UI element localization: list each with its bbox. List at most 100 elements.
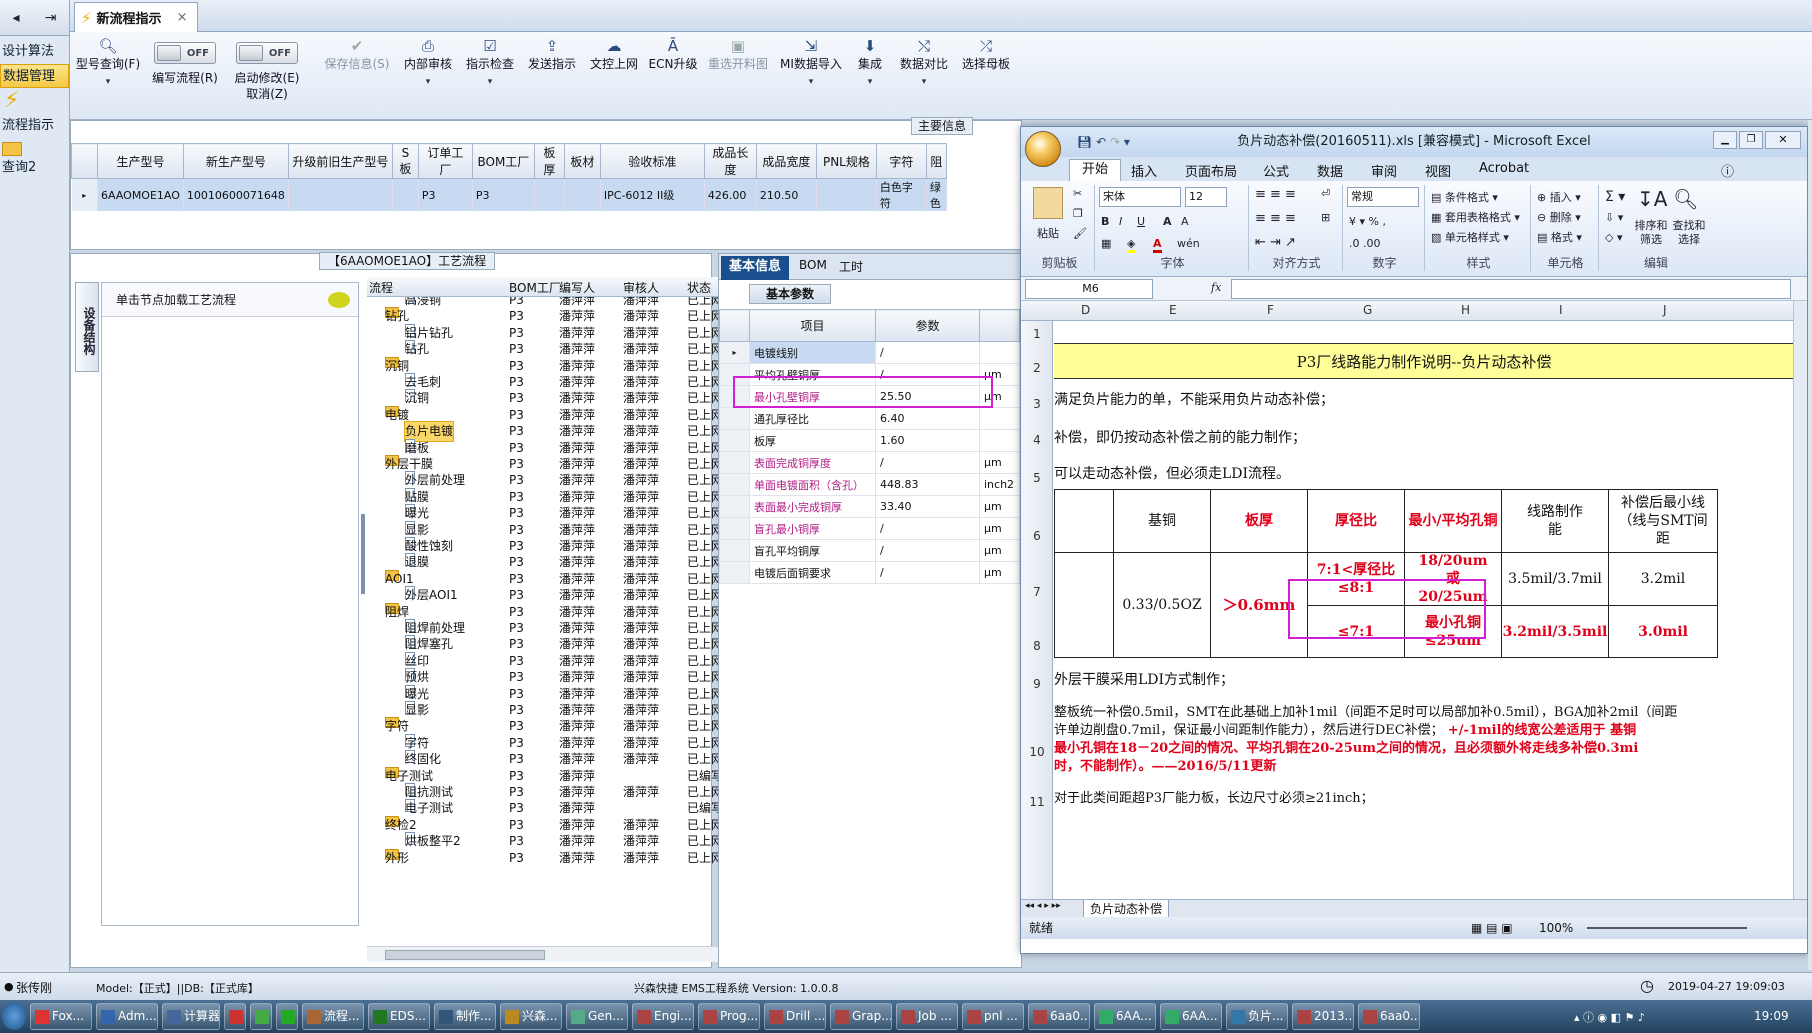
taskbar-app[interactable] bbox=[250, 1003, 272, 1030]
tab-page-layout[interactable]: 页面布局 bbox=[1185, 161, 1237, 180]
taskbar-app[interactable]: 兴森... bbox=[500, 1003, 562, 1030]
tab-view[interactable]: 视图 bbox=[1425, 161, 1451, 180]
taskbar-app[interactable]: 6aa0... bbox=[1358, 1003, 1420, 1030]
tab-home[interactable]: 开始 bbox=[1069, 159, 1121, 181]
param-value[interactable]: / bbox=[875, 517, 980, 540]
row-header[interactable]: 11 bbox=[1021, 795, 1053, 809]
table-row[interactable]: ▸ 6AAOMOE1AO 10010600071648 P3 P3 IPC-6012 II… bbox=[71, 178, 947, 211]
col-header[interactable]: 板材 bbox=[563, 143, 601, 179]
font-color-icon[interactable]: A bbox=[1153, 237, 1162, 253]
toggle-switch[interactable]: OFF bbox=[236, 42, 298, 64]
paste-icon[interactable] bbox=[1033, 187, 1063, 219]
col-header[interactable]: 验收标准 bbox=[599, 143, 705, 179]
grow-font-icon[interactable]: A bbox=[1163, 215, 1172, 228]
indent-icon[interactable]: ⇤ ⇥ ↗ bbox=[1255, 235, 1296, 250]
sheet-tab-active[interactable]: 负片动态补偿 bbox=[1083, 900, 1170, 918]
col-header[interactable]: 成品长度 bbox=[703, 143, 757, 179]
row-header[interactable]: 7 bbox=[1021, 585, 1053, 599]
copy-icon[interactable]: ❐ bbox=[1073, 207, 1083, 220]
taskbar-app[interactable]: Grap... bbox=[830, 1003, 892, 1030]
forward-arrow-icon[interactable]: ⇥ bbox=[45, 10, 57, 26]
row-header[interactable]: 2 bbox=[1021, 361, 1053, 375]
param-value[interactable]: / bbox=[875, 341, 980, 364]
align-top-icon[interactable]: ≡ ≡ ≡ bbox=[1255, 187, 1296, 202]
col-header[interactable]: 订单工厂 bbox=[417, 143, 473, 179]
column-header[interactable]: E bbox=[1169, 303, 1177, 317]
formula-input[interactable] bbox=[1231, 279, 1791, 299]
col-header[interactable]: 生产型号 bbox=[97, 143, 184, 179]
row-header[interactable]: 5 bbox=[1021, 471, 1053, 485]
table-row[interactable]: 板厚 1.60 bbox=[719, 429, 1020, 452]
taskbar-app[interactable]: Engi... bbox=[632, 1003, 694, 1030]
table-row[interactable]: 通孔厚径比 6.40 bbox=[719, 407, 1020, 430]
column-header[interactable]: I bbox=[1559, 303, 1563, 317]
table-format-button[interactable]: ▦ 套用表格格式 ▾ bbox=[1431, 209, 1520, 225]
table-row[interactable]: 盲孔平均铜厚 / μm bbox=[719, 539, 1020, 562]
taskbar-app[interactable] bbox=[276, 1003, 298, 1030]
save-button[interactable]: ✔ 保存信息(S) bbox=[320, 36, 394, 72]
row-header[interactable]: 4 bbox=[1021, 433, 1053, 447]
border-icon[interactable]: ▦ bbox=[1101, 237, 1111, 250]
decimal-icon[interactable]: .0 .00 bbox=[1349, 237, 1381, 250]
taskbar-app[interactable]: 负片... bbox=[1226, 1003, 1288, 1030]
col-header[interactable]: BOM工厂 bbox=[471, 143, 535, 179]
taskbar-app[interactable]: pnl ... bbox=[962, 1003, 1024, 1030]
model-query-button[interactable]: 🔍︎ 型号查询(F) ▾ bbox=[74, 36, 142, 90]
taskbar-app[interactable]: 制作... bbox=[434, 1003, 496, 1030]
send-button[interactable]: ⇪ 发送指示 bbox=[526, 36, 578, 72]
scroll-thumb[interactable] bbox=[385, 950, 545, 960]
minimize-icon[interactable]: ▁ bbox=[1713, 131, 1737, 149]
table-row[interactable]: 单面电镀面积（含孔） 448.83 inch2 bbox=[719, 473, 1020, 496]
edit-flow-toggle[interactable]: OFF 编写流程(R) bbox=[148, 36, 222, 86]
taskbar-app[interactable]: 6AA... bbox=[1160, 1003, 1222, 1030]
save-icon[interactable]: 💾︎ bbox=[1077, 135, 1092, 149]
delete-cells-button[interactable]: ⊖ 删除 ▾ bbox=[1537, 209, 1581, 225]
tab-basic-info[interactable]: 基本信息 bbox=[721, 256, 789, 280]
col-header[interactable]: PNL规格 bbox=[815, 143, 877, 179]
chevron-down-icon[interactable]: ▾ bbox=[1124, 135, 1130, 149]
column-header[interactable]: G bbox=[1363, 303, 1372, 317]
compare-button[interactable]: ⤭ 数据对比 ▾ bbox=[898, 36, 950, 90]
taskbar-app[interactable]: EDS... bbox=[368, 1003, 430, 1030]
nav-item-flow-indicate[interactable]: 流程指示 bbox=[0, 114, 69, 138]
clear-icon[interactable]: ◇ ▾ bbox=[1605, 231, 1622, 244]
mi-import-button[interactable]: ⇲ MI数据导入 ▾ bbox=[778, 36, 844, 90]
italic-icon[interactable]: I bbox=[1119, 215, 1122, 228]
nav-item-query2[interactable]: 查询2 bbox=[0, 156, 69, 180]
fill-color-icon[interactable]: ◈ bbox=[1127, 237, 1136, 253]
column-header[interactable]: D bbox=[1081, 303, 1090, 317]
taskbar-app[interactable]: Gen... bbox=[566, 1003, 628, 1030]
phonetic-icon[interactable]: wén bbox=[1177, 237, 1200, 250]
find-icon[interactable]: 🔍︎ bbox=[1673, 187, 1698, 211]
sort-filter-button[interactable]: 排序和筛选 bbox=[1633, 219, 1669, 247]
paste-button[interactable]: 粘贴 bbox=[1037, 225, 1059, 241]
zoom-slider[interactable] bbox=[1587, 927, 1747, 929]
font-select[interactable]: 宋体 bbox=[1099, 187, 1181, 207]
vtab-structure[interactable]: 设备结构 bbox=[75, 282, 99, 372]
cut-icon[interactable]: ✂ bbox=[1073, 187, 1082, 200]
taskbar-app[interactable]: 2013... bbox=[1292, 1003, 1354, 1030]
tree-hscrollbar[interactable] bbox=[367, 946, 763, 962]
back-arrow-icon[interactable]: ◂ bbox=[13, 10, 20, 26]
nav-item-data-manage[interactable]: 数据管理 bbox=[0, 64, 69, 88]
start-modify-toggle[interactable]: OFF 启动修改(E) 取消(Z) bbox=[228, 36, 306, 102]
online-button[interactable]: ☁ 文控上网 bbox=[588, 36, 640, 72]
param-value[interactable]: / bbox=[875, 451, 980, 474]
name-box[interactable]: M6 bbox=[1025, 279, 1153, 299]
taskbar-app[interactable] bbox=[224, 1003, 246, 1030]
tab-hours[interactable]: 工时 bbox=[839, 258, 863, 275]
tab-formulas[interactable]: 公式 bbox=[1263, 161, 1289, 180]
sort-filter-icon[interactable]: ↧A bbox=[1637, 187, 1667, 211]
ecn-button[interactable]: Ā ECN升级 bbox=[648, 36, 698, 72]
format-cells-button[interactable]: ▤ 格式 ▾ bbox=[1537, 229, 1582, 245]
view-buttons[interactable]: ▦ ▤ ▣ bbox=[1471, 917, 1513, 939]
col-header[interactable]: 板厚 bbox=[533, 143, 565, 179]
column-header[interactable]: F bbox=[1267, 303, 1274, 317]
undo-icon[interactable]: ↶ bbox=[1096, 135, 1106, 149]
underline-icon[interactable]: U bbox=[1137, 215, 1145, 228]
merge-icon[interactable]: ⊞ bbox=[1321, 211, 1330, 224]
internal-review-button[interactable]: ⎙ 内部审核 ▾ bbox=[402, 36, 454, 90]
taskbar-app[interactable]: 流程... bbox=[302, 1003, 364, 1030]
excel-vscrollbar[interactable] bbox=[1793, 301, 1807, 899]
help-icon[interactable]: ⓘ bbox=[1721, 161, 1734, 180]
